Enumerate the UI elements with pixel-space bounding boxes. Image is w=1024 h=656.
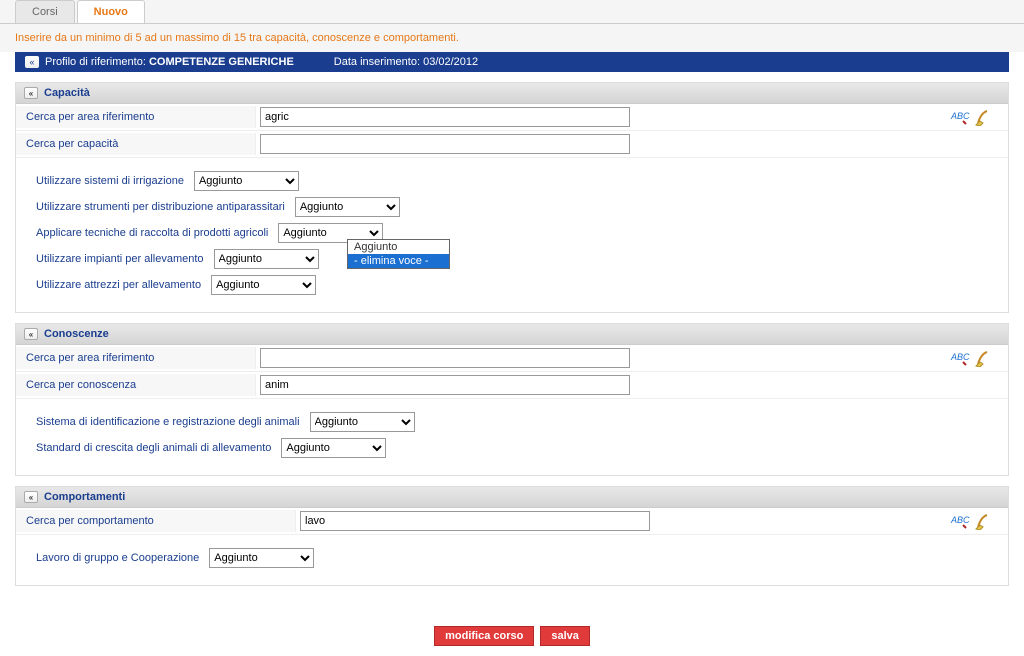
action-bar: modifica corso salva bbox=[0, 586, 1024, 656]
status-select[interactable]: Aggiunto bbox=[281, 438, 386, 458]
status-select[interactable]: Aggiunto bbox=[310, 412, 415, 432]
section-conoscenze: « Conoscenze Cerca per area riferimento … bbox=[15, 323, 1009, 476]
search-area-label: Cerca per area riferimento bbox=[16, 106, 256, 128]
clear-icon[interactable] bbox=[973, 108, 993, 126]
profile-bar: « Profilo di riferimento: COMPETENZE GEN… bbox=[15, 52, 1009, 72]
capacita-item-row: Utilizzare sistemi di irrigazione Aggiun… bbox=[36, 168, 988, 194]
svg-text:ABC: ABC bbox=[950, 515, 970, 525]
salva-button[interactable]: salva bbox=[540, 626, 590, 646]
item-label: Utilizzare impianti per allevamento bbox=[36, 253, 214, 265]
item-label: Standard di crescita degli animali di al… bbox=[36, 442, 281, 454]
search-comp-input[interactable] bbox=[300, 511, 650, 531]
item-label: Utilizzare sistemi di irrigazione bbox=[36, 175, 194, 187]
search-comp-label: Cerca per comportamento bbox=[16, 510, 296, 532]
tab-corsi[interactable]: Corsi bbox=[15, 0, 75, 23]
search-con-input[interactable] bbox=[260, 375, 630, 395]
spellcheck-icon[interactable]: ABC bbox=[950, 108, 970, 126]
search-area-input[interactable] bbox=[260, 348, 630, 368]
search-cap-input[interactable] bbox=[260, 134, 630, 154]
status-select[interactable]: Aggiunto bbox=[211, 275, 316, 295]
status-select[interactable]: Aggiunto bbox=[209, 548, 314, 568]
clear-icon[interactable] bbox=[973, 512, 993, 530]
section-header-comportamenti: « Comportamenti bbox=[16, 487, 1008, 508]
section-comportamenti: « Comportamenti Cerca per comportamento … bbox=[15, 486, 1009, 586]
search-row-conoscenza: Cerca per conoscenza bbox=[16, 372, 1008, 399]
collapse-icon[interactable]: « bbox=[24, 87, 38, 99]
status-select[interactable]: Aggiunto bbox=[295, 197, 400, 217]
item-label: Applicare tecniche di raccolta di prodot… bbox=[36, 227, 278, 239]
conoscenze-item-row: Sistema di identificazione e registrazio… bbox=[36, 409, 988, 435]
item-label: Lavoro di gruppo e Cooperazione bbox=[36, 552, 209, 564]
item-label: Utilizzare strumenti per distribuzione a… bbox=[36, 201, 295, 213]
profile-label: Profilo di riferimento: bbox=[45, 56, 146, 68]
collapse-icon[interactable]: « bbox=[24, 328, 38, 340]
modifica-corso-button[interactable]: modifica corso bbox=[434, 626, 534, 646]
capacita-item-row: Applicare tecniche di raccolta di prodot… bbox=[36, 220, 988, 246]
svg-text:ABC: ABC bbox=[950, 352, 970, 362]
search-row-area-conoscenze: Cerca per area riferimento ABC bbox=[16, 345, 1008, 372]
section-header-capacita: « Capacità bbox=[16, 83, 1008, 104]
search-area-input[interactable] bbox=[260, 107, 630, 127]
item-label: Utilizzare attrezzi per allevamento bbox=[36, 279, 211, 291]
section-header-conoscenze: « Conoscenze bbox=[16, 324, 1008, 345]
dropdown-option-aggiunto[interactable]: Aggiunto bbox=[348, 240, 449, 254]
item-label: Sistema di identificazione e registrazio… bbox=[36, 416, 310, 428]
capacita-item-row: Utilizzare attrezzi per allevamento Aggi… bbox=[36, 272, 988, 298]
tab-nuovo[interactable]: Nuovo bbox=[77, 0, 145, 23]
info-message: Inserire da un minimo di 5 ad un massimo… bbox=[0, 24, 1024, 52]
tabs-bar: Corsi Nuovo bbox=[0, 0, 1024, 24]
search-cap-label: Cerca per capacità bbox=[16, 133, 256, 155]
spellcheck-icon[interactable]: ABC bbox=[950, 349, 970, 367]
collapse-icon[interactable]: « bbox=[24, 491, 38, 503]
profile-name: COMPETENZE GENERICHE bbox=[149, 56, 294, 68]
capacita-item-row: Utilizzare strumenti per distribuzione a… bbox=[36, 194, 988, 220]
conoscenze-item-row: Standard di crescita degli animali di al… bbox=[36, 435, 988, 461]
search-row-capacita: Cerca per capacità bbox=[16, 131, 1008, 158]
status-select[interactable]: Aggiunto bbox=[214, 249, 319, 269]
capacita-item-row: Utilizzare impianti per allevamento Aggi… bbox=[36, 246, 988, 272]
search-area-label: Cerca per area riferimento bbox=[16, 347, 256, 369]
section-capacita: « Capacità Cerca per area riferimento AB… bbox=[15, 82, 1009, 313]
comportamenti-item-row: Lavoro di gruppo e Cooperazione Aggiunto bbox=[36, 545, 988, 571]
dropdown-option-elimina[interactable]: - elimina voce - bbox=[348, 254, 449, 268]
search-row-area-capacita: Cerca per area riferimento ABC bbox=[16, 104, 1008, 131]
clear-icon[interactable] bbox=[973, 349, 993, 367]
spellcheck-icon[interactable]: ABC bbox=[950, 512, 970, 530]
svg-text:ABC: ABC bbox=[950, 111, 970, 121]
dropdown-open[interactable]: Aggiunto - elimina voce - bbox=[347, 239, 450, 269]
search-con-label: Cerca per conoscenza bbox=[16, 374, 256, 396]
collapse-icon[interactable]: « bbox=[25, 56, 39, 68]
status-select[interactable]: Aggiunto bbox=[194, 171, 299, 191]
search-row-comportamento: Cerca per comportamento ABC bbox=[16, 508, 1008, 535]
insert-date: Data inserimento: 03/02/2012 bbox=[334, 56, 478, 68]
